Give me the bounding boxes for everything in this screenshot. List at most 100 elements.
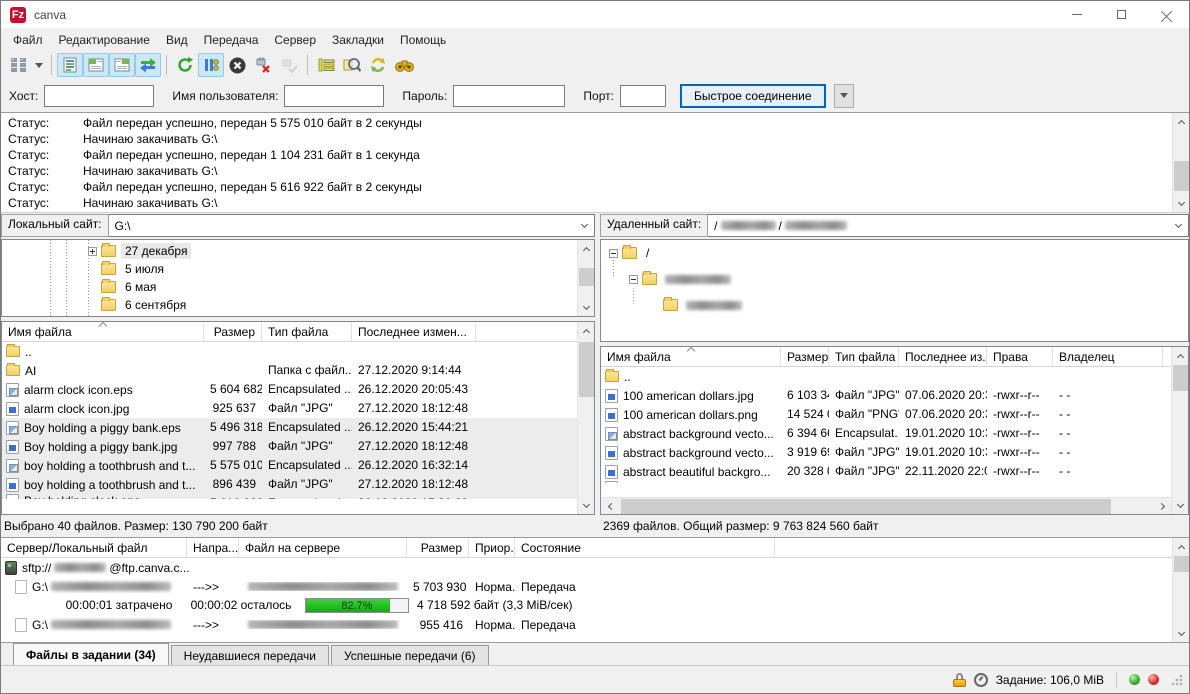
username-input[interactable] (284, 85, 384, 107)
expander-icon[interactable] (88, 247, 97, 256)
file-row[interactable]: Boy holding a piggy bank.eps 5 496 318 E… (2, 418, 594, 437)
scroll-down-button[interactable] (1172, 497, 1189, 514)
toggle-remote-tree-button[interactable] (109, 53, 135, 77)
file-row[interactable]: .. (601, 367, 1188, 386)
column-header[interactable]: Права (987, 347, 1053, 366)
scroll-right-button[interactable] (1154, 498, 1171, 515)
file-row[interactable]: Boy holding a piggy bank.jpg 997 788 Фай… (2, 437, 594, 456)
column-header[interactable]: Владелец (1053, 347, 1163, 366)
host-input[interactable] (44, 85, 154, 107)
menu-item[interactable]: Закладки (324, 30, 392, 50)
scrollbar-thumb[interactable] (579, 268, 594, 286)
scrollbar-thumb[interactable] (1174, 556, 1189, 572)
scrollbar-thumb[interactable] (621, 499, 1111, 514)
refresh-button[interactable] (172, 53, 198, 77)
column-header[interactable]: Имя файла (601, 347, 781, 366)
toggle-local-tree-button[interactable] (83, 53, 109, 77)
remote-list-hscrollbar[interactable] (601, 497, 1171, 514)
compare-button[interactable] (339, 53, 365, 77)
remote-tree-item[interactable] (601, 296, 1188, 314)
scroll-up-button[interactable] (578, 240, 595, 257)
queue-column-header[interactable]: Сервер/Локальный файл (1, 538, 187, 557)
scrollbar-thumb[interactable] (1173, 365, 1188, 391)
port-input[interactable] (620, 85, 666, 107)
queue-tab[interactable]: Успешные передачи (6) (331, 645, 489, 665)
local-tree-item[interactable]: 6 мая (2, 278, 594, 296)
local-tree-scrollbar[interactable] (577, 240, 594, 316)
queue-tab[interactable]: Файлы в задании (34) (13, 643, 169, 665)
filter-button[interactable] (313, 53, 339, 77)
queue-scrollbar[interactable] (1172, 538, 1189, 642)
file-row[interactable]: abstract fluid pattern 001.jpg 16 264 32… (601, 481, 1188, 483)
file-row[interactable]: boy holding a toothbrush and t... 896 43… (2, 475, 594, 494)
expander-icon[interactable] (629, 275, 638, 284)
maximize-button[interactable] (1099, 1, 1144, 28)
scroll-up-button[interactable] (1172, 347, 1189, 364)
scrollbar-thumb[interactable] (579, 342, 594, 397)
remote-list-scrollbar[interactable] (1171, 347, 1188, 514)
file-row[interactable]: abstract beautiful backgro... 20 328 062… (601, 462, 1188, 481)
file-row[interactable]: boy holding a toothbrush and t... 5 575 … (2, 456, 594, 475)
menu-item[interactable]: Сервер (266, 30, 324, 50)
file-row[interactable]: alarm clock icon.eps 5 604 682 Encapsula… (2, 380, 594, 399)
scroll-down-button[interactable] (1173, 625, 1189, 642)
toggle-queue-button[interactable] (135, 53, 161, 77)
column-header[interactable]: Тип файла (829, 347, 899, 366)
scroll-down-button[interactable] (578, 299, 595, 316)
minimize-button[interactable] (1054, 1, 1099, 28)
expander-icon[interactable] (609, 249, 618, 258)
column-header[interactable]: Последнее измен... (352, 322, 476, 341)
remote-site-combo[interactable]: // (708, 214, 1189, 237)
scroll-down-button[interactable] (1173, 195, 1189, 212)
queue-column-header[interactable]: Напра... (187, 538, 239, 557)
menu-item[interactable]: Вид (158, 30, 196, 50)
queue-column-header[interactable]: Приор... (469, 538, 515, 557)
queue-server-row[interactable]: sftp://@ftp.canva.c... (1, 558, 1189, 577)
file-row[interactable]: Boy holding clock.eps 5 616 922 Encapsul… (2, 494, 594, 499)
column-header[interactable]: Размер (781, 347, 829, 366)
column-header[interactable]: Тип файла (262, 322, 352, 341)
file-row[interactable]: abstract background vecto... 3 919 695 Ф… (601, 443, 1188, 462)
queue-column-header[interactable]: Состояние (515, 538, 775, 557)
column-header[interactable]: Последнее из... (899, 347, 987, 366)
sync-browse-button[interactable] (365, 53, 391, 77)
resize-grip[interactable] (1171, 674, 1183, 686)
process-queue-button[interactable] (198, 53, 224, 77)
local-tree-item[interactable]: 27 декабря (2, 242, 594, 260)
disconnect-button[interactable] (250, 53, 276, 77)
remote-tree-item[interactable]: / (601, 244, 1188, 262)
quickconnect-button[interactable]: Быстрое соединение (680, 84, 826, 108)
file-row[interactable]: alarm clock icon.jpg 925 637 Файл "JPG" … (2, 399, 594, 418)
menu-item[interactable]: Передача (196, 30, 267, 50)
reconnect-button[interactable] (276, 53, 302, 77)
password-input[interactable] (453, 85, 565, 107)
menu-item[interactable]: Помощь (392, 30, 454, 50)
menu-item[interactable]: Файл (5, 30, 51, 50)
file-row[interactable]: 100 american dollars.jpg 6 103 346 Файл … (601, 386, 1188, 405)
scroll-down-button[interactable] (578, 497, 595, 514)
cancel-button[interactable] (224, 53, 250, 77)
local-tree-item[interactable]: 5 июля (2, 260, 594, 278)
local-list-scrollbar[interactable] (577, 322, 594, 514)
site-manager-dropdown[interactable] (31, 53, 46, 77)
log-scrollbar[interactable] (1172, 113, 1189, 212)
queue-column-header[interactable]: Файл на сервере (239, 538, 407, 557)
scroll-left-button[interactable] (601, 498, 618, 515)
scroll-up-button[interactable] (1173, 538, 1189, 555)
file-row[interactable]: AI Папка с файл... 27.12.2020 9:14:44 (2, 361, 594, 380)
file-row[interactable]: .. (2, 342, 594, 361)
toggle-log-button[interactable] (57, 53, 83, 77)
menu-item[interactable]: Редактирование (51, 30, 158, 50)
speed-limit-icon[interactable] (974, 673, 988, 687)
find-button[interactable] (391, 53, 417, 77)
scroll-up-button[interactable] (578, 322, 595, 339)
remote-tree-item[interactable] (601, 270, 1188, 288)
file-row[interactable]: 100 american dollars.png 14 524 090 Файл… (601, 405, 1188, 424)
local-site-combo[interactable]: G:\ (109, 214, 596, 237)
close-button[interactable] (1144, 1, 1189, 28)
queue-tab[interactable]: Неудавшиеся передачи (171, 645, 329, 665)
file-row[interactable]: abstract background vecto... 6 394 662 E… (601, 424, 1188, 443)
queue-file-row[interactable]: G:\ --->> 955 416 Норма... Передача (1, 615, 1189, 634)
scroll-up-button[interactable] (1173, 113, 1189, 130)
column-header[interactable]: Имя файла (2, 322, 204, 341)
